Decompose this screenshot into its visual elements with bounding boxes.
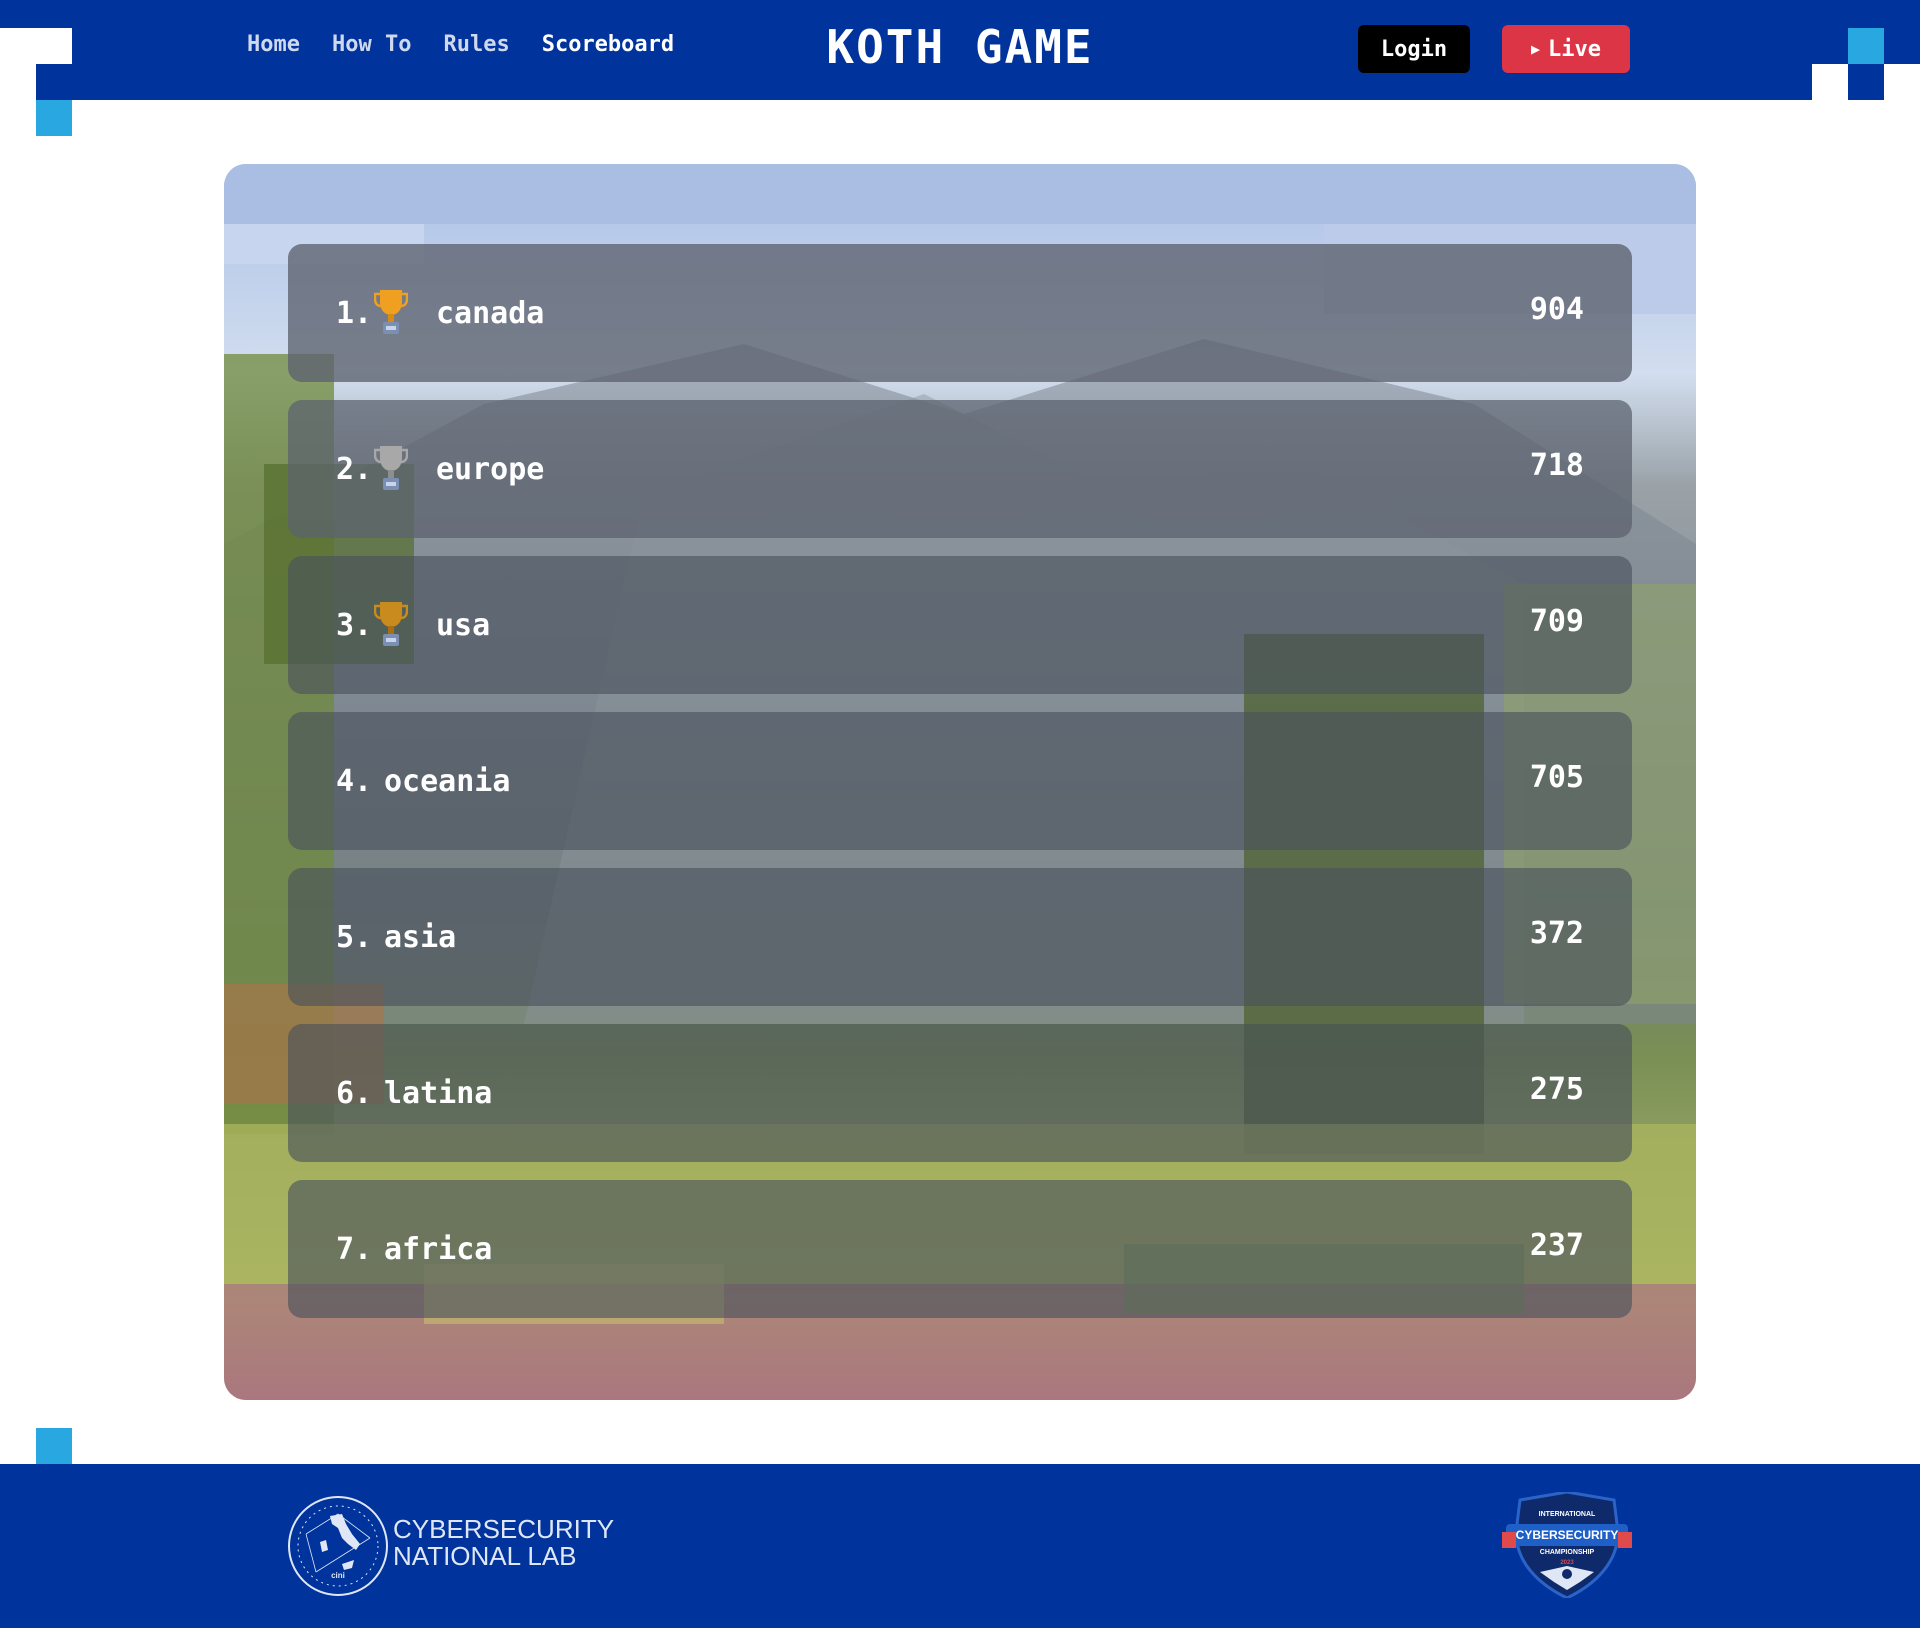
rank-number: 6.	[336, 1076, 373, 1111]
team-name: usa	[436, 608, 491, 643]
team-score: 372	[1529, 916, 1584, 951]
team-name: asia	[384, 920, 457, 955]
live-button[interactable]: ▶ Live	[1502, 25, 1630, 73]
scoreboard-row: 2. europe 718	[288, 400, 1632, 538]
team-name: latina	[384, 1076, 493, 1111]
team-score: 275	[1529, 1072, 1584, 1107]
scoreboard-row: 1. canada 904	[288, 244, 1632, 382]
team-name: europe	[436, 452, 545, 487]
lab-name-line-2: NATIONAL LAB	[393, 1541, 577, 1571]
main-nav: Home How To Rules Scoreboard	[247, 32, 674, 57]
scoreboard-row: 4. oceania 705	[288, 712, 1632, 850]
rank-number: 1.	[336, 296, 373, 331]
bronze-trophy-icon	[374, 602, 408, 646]
champ-logo-line-2: CYBERSECURITY	[1516, 1528, 1619, 1542]
team-score: 718	[1529, 448, 1584, 483]
team-score: 705	[1529, 760, 1584, 795]
scoreboard-panel: 1. canada 904 2. europe 718 3. usa 709 4…	[224, 164, 1696, 1400]
champ-logo-line-4: 2023	[1560, 1560, 1574, 1566]
scoreboard-row: 3. usa 709	[288, 556, 1632, 694]
scoreboard-row: 7. africa 237	[288, 1180, 1632, 1318]
silver-trophy-icon	[374, 446, 408, 490]
rank-number: 2.	[336, 452, 373, 487]
rank-number: 3.	[336, 608, 373, 643]
champ-logo-line-1: INTERNATIONAL	[1539, 1511, 1596, 1518]
site-footer: cini CYBERSECURITY NATIONAL LAB INTERNAT…	[0, 1464, 1920, 1628]
lab-name-line-1: CYBERSECURITY	[393, 1514, 615, 1544]
nav-home-link[interactable]: Home	[247, 32, 300, 57]
gold-trophy-icon	[374, 290, 408, 334]
team-name: oceania	[384, 764, 511, 799]
site-header: Home How To Rules Scoreboard KOTH GAME L…	[0, 0, 1920, 100]
lab-logo-text: cini	[331, 1571, 345, 1580]
team-name: canada	[436, 296, 545, 331]
rank-number: 5.	[336, 920, 373, 955]
scoreboard-row: 6. latina 275	[288, 1024, 1632, 1162]
nav-how-to-link[interactable]: How To	[332, 32, 411, 57]
nav-scoreboard-link[interactable]: Scoreboard	[542, 32, 674, 57]
champ-logo-line-3: CHAMPIONSHIP	[1540, 1549, 1595, 1556]
play-icon: ▶	[1530, 39, 1541, 58]
team-score: 904	[1529, 292, 1584, 327]
team-score: 237	[1529, 1228, 1584, 1263]
login-button[interactable]: Login	[1358, 25, 1470, 73]
nav-rules-link[interactable]: Rules	[443, 32, 509, 57]
lab-name: CYBERSECURITY NATIONAL LAB	[393, 1516, 614, 1570]
login-button-label: Login	[1380, 36, 1448, 62]
scoreboard-row: 5. asia 372	[288, 868, 1632, 1006]
cybersecurity-championship-logo: INTERNATIONAL CYBERSECURITY CHAMPIONSHIP…	[1502, 1492, 1632, 1598]
cybersecurity-national-lab-logo: cini	[288, 1496, 388, 1596]
team-score: 709	[1529, 604, 1584, 639]
rank-number: 7.	[336, 1232, 373, 1267]
team-name: africa	[384, 1232, 493, 1267]
rank-number: 4.	[336, 764, 373, 799]
live-button-label: Live	[1548, 36, 1601, 62]
